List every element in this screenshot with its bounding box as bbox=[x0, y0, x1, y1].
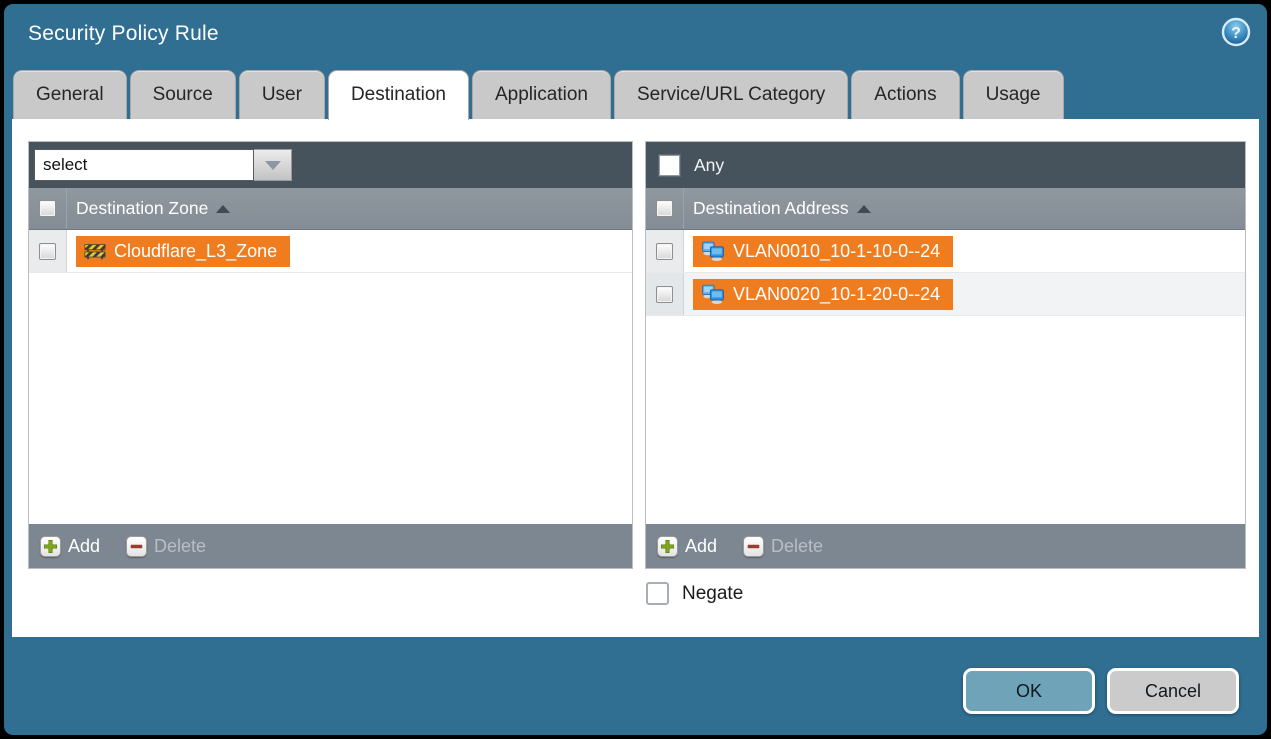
cancel-button[interactable]: Cancel bbox=[1107, 668, 1239, 714]
zone-label: Cloudflare_L3_Zone bbox=[114, 241, 277, 262]
table-row: VLAN0010_10-1-10-0--24 bbox=[646, 230, 1245, 273]
destination-address-panel: Any Destination Address bbox=[645, 141, 1246, 569]
plus-icon bbox=[657, 536, 678, 557]
address-column-header[interactable]: Destination Address bbox=[646, 188, 1245, 230]
tab-actions[interactable]: Actions bbox=[851, 70, 959, 119]
negate-label: Negate bbox=[682, 583, 743, 605]
zone-column-header[interactable]: Destination Zone bbox=[29, 188, 632, 230]
help-icon[interactable]: ? bbox=[1221, 17, 1251, 47]
tab-usage[interactable]: Usage bbox=[963, 70, 1064, 119]
security-policy-rule-dialog: Security Policy Rule ? General Source Us… bbox=[4, 4, 1267, 735]
zone-select-input[interactable] bbox=[34, 149, 254, 181]
destination-tab-content: Destination Zone bbox=[12, 119, 1259, 637]
select-all-zones-checkbox[interactable] bbox=[39, 200, 56, 217]
zone-column-header-label: Destination Zone bbox=[76, 198, 208, 219]
address-list: VLAN0010_10-1-10-0--24 bbox=[646, 230, 1245, 524]
ok-button[interactable]: OK bbox=[963, 668, 1095, 714]
address-row-checkbox[interactable] bbox=[656, 286, 673, 303]
plus-icon bbox=[40, 536, 61, 557]
zone-panel-toolbar bbox=[29, 142, 632, 188]
delete-address-button[interactable]: Delete bbox=[743, 536, 823, 557]
minus-icon bbox=[743, 536, 764, 557]
zone-panel-footer: Add Delete bbox=[29, 524, 632, 568]
address-entry[interactable]: VLAN0020_10-1-20-0--24 bbox=[693, 279, 953, 310]
tab-application[interactable]: Application bbox=[472, 70, 611, 119]
delete-address-label: Delete bbox=[771, 536, 823, 557]
network-icon bbox=[701, 241, 725, 261]
add-zone-label: Add bbox=[68, 536, 100, 557]
any-checkbox[interactable] bbox=[659, 155, 680, 176]
chevron-down-icon bbox=[265, 161, 281, 170]
negate-checkbox[interactable] bbox=[646, 582, 669, 605]
zone-list: Cloudflare_L3_Zone bbox=[29, 230, 632, 524]
any-label: Any bbox=[694, 155, 724, 176]
svg-text:?: ? bbox=[1231, 25, 1241, 42]
add-address-button[interactable]: Add bbox=[657, 536, 717, 557]
address-panel-footer: Add Delete bbox=[646, 524, 1245, 568]
table-row: VLAN0020_10-1-20-0--24 bbox=[646, 273, 1245, 316]
address-row-checkbox[interactable] bbox=[656, 243, 673, 260]
add-address-label: Add bbox=[685, 536, 717, 557]
add-zone-button[interactable]: Add bbox=[40, 536, 100, 557]
tab-bar: General Source User Destination Applicat… bbox=[13, 70, 1064, 120]
address-label: VLAN0010_10-1-10-0--24 bbox=[733, 241, 940, 262]
minus-icon bbox=[126, 536, 147, 557]
zone-row-checkbox[interactable] bbox=[39, 243, 56, 260]
select-all-addresses-checkbox[interactable] bbox=[656, 200, 673, 217]
destination-zone-panel: Destination Zone bbox=[28, 141, 633, 569]
address-column-header-label: Destination Address bbox=[693, 198, 849, 219]
address-label: VLAN0020_10-1-20-0--24 bbox=[733, 284, 940, 305]
page-title: Security Policy Rule bbox=[28, 22, 219, 46]
tab-destination[interactable]: Destination bbox=[328, 70, 469, 120]
sort-ascending-icon bbox=[857, 205, 871, 213]
table-row: Cloudflare_L3_Zone bbox=[29, 230, 632, 273]
delete-zone-button[interactable]: Delete bbox=[126, 536, 206, 557]
tab-service-url-category[interactable]: Service/URL Category bbox=[614, 70, 848, 119]
sort-ascending-icon bbox=[216, 205, 230, 213]
address-panel-toolbar: Any bbox=[646, 142, 1245, 188]
zone-select-dropdown-button[interactable] bbox=[254, 149, 292, 181]
tab-source[interactable]: Source bbox=[130, 70, 236, 119]
zone-icon bbox=[84, 241, 106, 261]
negate-control: Negate bbox=[646, 582, 743, 605]
address-entry[interactable]: VLAN0010_10-1-10-0--24 bbox=[693, 236, 953, 267]
tab-user[interactable]: User bbox=[239, 70, 325, 119]
zone-entry[interactable]: Cloudflare_L3_Zone bbox=[76, 236, 290, 267]
network-icon bbox=[701, 284, 725, 304]
delete-zone-label: Delete bbox=[154, 536, 206, 557]
tab-general[interactable]: General bbox=[13, 70, 127, 119]
